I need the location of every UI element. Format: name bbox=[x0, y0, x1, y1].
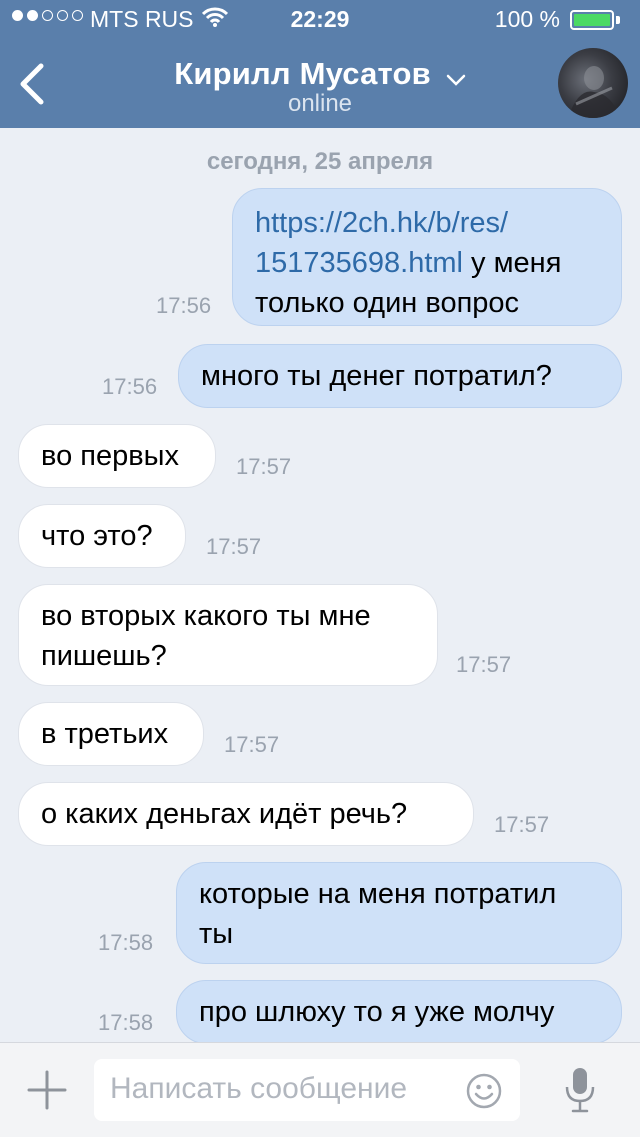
message-time: 17:56 bbox=[102, 374, 158, 399]
microphone-icon bbox=[565, 1068, 595, 1113]
message-time: 17:57 bbox=[456, 652, 512, 677]
message-text: про шлюху то я уже молчу bbox=[199, 996, 555, 1028]
plus-icon bbox=[27, 1070, 67, 1110]
message-bubble[interactable]: про шлюху то я уже молчу bbox=[176, 980, 622, 1044]
date-separator: сегодня, 25 апреля bbox=[206, 148, 434, 175]
message-time: 17:58 bbox=[98, 1010, 154, 1035]
message-time: 17:57 bbox=[206, 534, 262, 559]
message-time: 17:56 bbox=[156, 293, 212, 318]
message-bubble[interactable]: которые на меня потратил ты bbox=[176, 862, 622, 964]
message-text: о каких деньгах идёт речь? bbox=[41, 798, 408, 830]
message-text: у меня bbox=[463, 247, 562, 279]
message-text: во первых bbox=[41, 440, 179, 472]
message-text: только один вопрос bbox=[255, 287, 520, 319]
message-bubble[interactable]: во вторых какого ты мне пишешь? bbox=[18, 584, 438, 686]
battery-percent: 100 % bbox=[494, 6, 560, 32]
message-bubble[interactable]: https://2ch.hk/b/res/ 151735698.html у м… bbox=[232, 188, 622, 326]
contact-status: online bbox=[287, 90, 353, 117]
message-link[interactable]: https://2ch.hk/b/res/ bbox=[255, 207, 508, 239]
top-bar: MTS RUS 22:29 100 % Кирилл Мусатов onlin… bbox=[0, 0, 640, 128]
message-bubble[interactable]: что это? bbox=[18, 504, 186, 568]
contact-name: Кирилл Мусатов bbox=[174, 56, 431, 91]
message-text: много ты денег потратил? bbox=[201, 360, 552, 392]
attach-button[interactable] bbox=[24, 1067, 70, 1113]
message-input[interactable]: Написать сообщение bbox=[94, 1059, 520, 1121]
message-link[interactable]: 151735698.html bbox=[255, 247, 463, 279]
avatar[interactable] bbox=[558, 48, 628, 118]
message-bubble[interactable]: много ты денег потратил? bbox=[178, 344, 622, 408]
message-input-placeholder: Написать сообщение bbox=[110, 1072, 408, 1105]
message-text: пишешь? bbox=[41, 640, 167, 672]
message-time: 17:58 bbox=[98, 930, 154, 955]
emoji-button[interactable] bbox=[466, 1073, 502, 1109]
chevron-down-icon bbox=[446, 58, 466, 94]
message-bubble[interactable]: в третьих bbox=[18, 702, 204, 766]
status-bar: MTS RUS 22:29 100 % bbox=[0, 0, 640, 40]
message-time: 17:57 bbox=[236, 454, 292, 479]
message-time: 17:57 bbox=[224, 732, 280, 757]
smile-icon bbox=[466, 1073, 502, 1109]
message-composer: Написать сообщение bbox=[0, 1042, 640, 1137]
message-text: что это? bbox=[41, 520, 153, 552]
message-bubble[interactable]: во первых bbox=[18, 424, 216, 488]
message-text: во вторых какого ты мне bbox=[41, 600, 371, 632]
voice-message-button[interactable] bbox=[562, 1065, 598, 1115]
message-text: в третьих bbox=[41, 718, 169, 750]
message-text: ты bbox=[199, 918, 234, 950]
avatar-photo bbox=[568, 66, 620, 118]
message-text: которые на меня потратил bbox=[199, 878, 557, 910]
chat-title-button[interactable]: Кирилл Мусатов bbox=[0, 56, 640, 94]
battery-icon bbox=[570, 10, 614, 30]
battery-tip bbox=[616, 16, 620, 24]
message-time: 17:57 bbox=[494, 812, 550, 837]
message-bubble[interactable]: о каких деньгах идёт речь? bbox=[18, 782, 474, 846]
